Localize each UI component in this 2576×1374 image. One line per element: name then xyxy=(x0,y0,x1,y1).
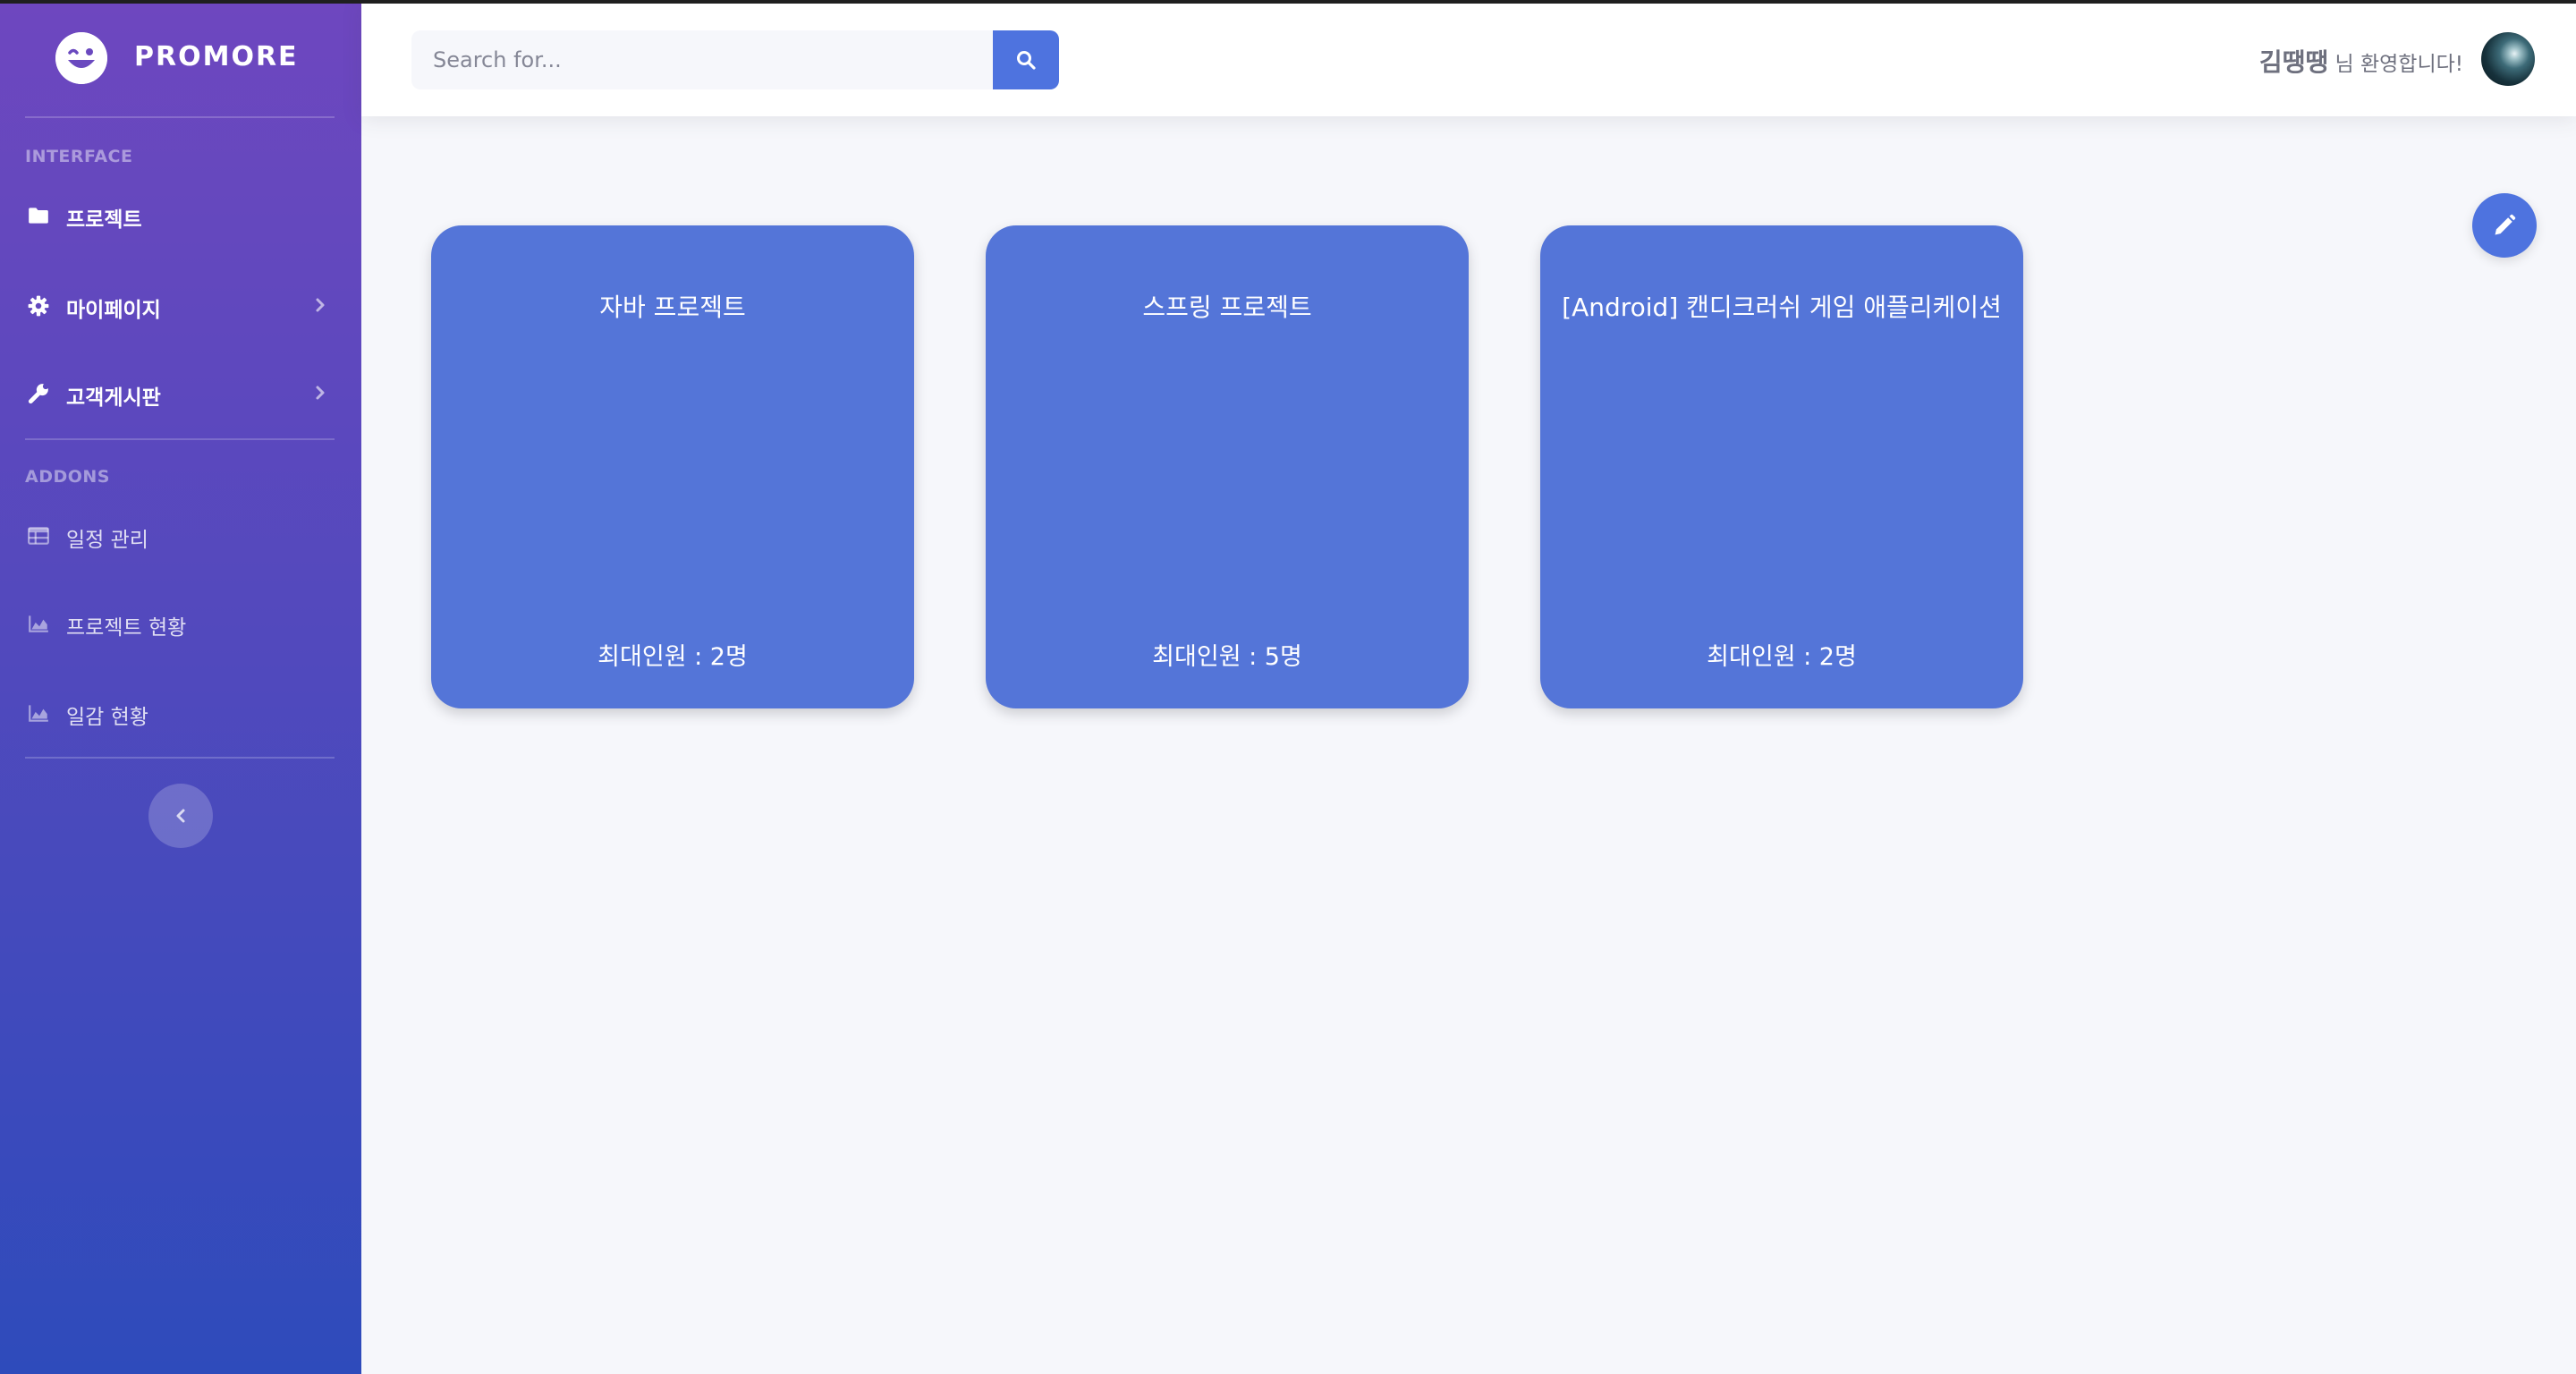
section-label-addons: ADDONS xyxy=(25,467,110,487)
user-name: 김땡땡 xyxy=(2258,47,2329,77)
sidebar-divider xyxy=(25,116,335,118)
brand-name: PROMORE xyxy=(134,41,299,72)
sidebar-item-customer-board[interactable]: 고객게시판 xyxy=(0,361,361,424)
project-card[interactable]: [Android] 캔디크러쉬 게임 애플리케이션 최대인원 : 2명 xyxy=(1540,225,2023,708)
sidebar-item-mypage[interactable]: 마이페이지 xyxy=(0,274,361,336)
project-max-members: 최대인원 : 2명 xyxy=(1707,643,1857,671)
winking-face-icon xyxy=(55,32,107,84)
project-card[interactable]: 스프링 프로젝트 최대인원 : 5명 xyxy=(986,225,1469,708)
sidebar-item-projects[interactable]: 프로젝트 xyxy=(0,183,361,246)
folder-icon xyxy=(27,204,50,227)
project-max-members: 최대인원 : 5명 xyxy=(1152,643,1302,671)
sidebar-item-project-status[interactable]: 프로젝트 현황 xyxy=(0,591,361,654)
sidebar-item-label: 일정 관리 xyxy=(66,529,148,552)
project-max-members: 최대인원 : 2명 xyxy=(597,643,748,671)
user-greeting: 김땡땡 님 환영합니다! xyxy=(2259,43,2463,79)
avatar[interactable] xyxy=(2481,32,2535,86)
welcome-text: 님 환영합니다! xyxy=(2334,53,2464,76)
sidebar: PROMORE INTERFACE 프로젝트 마이페이지 고객게시판 ADDON… xyxy=(0,0,361,1374)
sidebar-brand[interactable]: PROMORE xyxy=(0,0,361,116)
search-button[interactable] xyxy=(993,30,1059,89)
area-chart-icon xyxy=(27,612,50,635)
edit-button[interactable] xyxy=(2472,193,2537,258)
sidebar-item-label: 일감 현황 xyxy=(66,706,148,729)
project-title: [Android] 캔디크러쉬 게임 애플리케이션 xyxy=(1562,293,2002,322)
sidebar-divider xyxy=(25,757,335,759)
pencil-icon xyxy=(2495,214,2516,235)
search-icon xyxy=(1017,51,1036,70)
search-form xyxy=(411,30,1059,89)
sidebar-item-task-status[interactable]: 일감 현황 xyxy=(0,681,361,743)
sidebar-toggle-button[interactable] xyxy=(148,784,213,848)
gear-icon xyxy=(27,294,50,318)
sidebar-item-schedule[interactable]: 일정 관리 xyxy=(0,504,361,566)
project-title: 스프링 프로젝트 xyxy=(1142,293,1312,322)
topbar: 김땡땡 님 환영합니다! xyxy=(361,0,2576,116)
window-top-border xyxy=(0,0,2576,4)
sidebar-item-label: 고객게시판 xyxy=(66,386,161,410)
project-title: 자바 프로젝트 xyxy=(599,293,746,322)
area-chart-icon xyxy=(27,701,50,725)
sidebar-item-label: 프로젝트 현황 xyxy=(66,616,187,640)
search-input[interactable] xyxy=(411,30,993,89)
sidebar-item-label: 마이페이지 xyxy=(66,299,161,322)
sidebar-divider xyxy=(25,438,335,440)
table-icon xyxy=(27,524,50,547)
section-label-interface: INTERFACE xyxy=(25,147,133,166)
chevron-right-icon xyxy=(311,384,329,402)
project-card[interactable]: 자바 프로젝트 최대인원 : 2명 xyxy=(431,225,914,708)
chevron-left-icon xyxy=(176,809,185,823)
chevron-right-icon xyxy=(311,296,329,314)
wrench-icon xyxy=(27,382,50,405)
sidebar-item-label: 프로젝트 xyxy=(66,208,142,232)
